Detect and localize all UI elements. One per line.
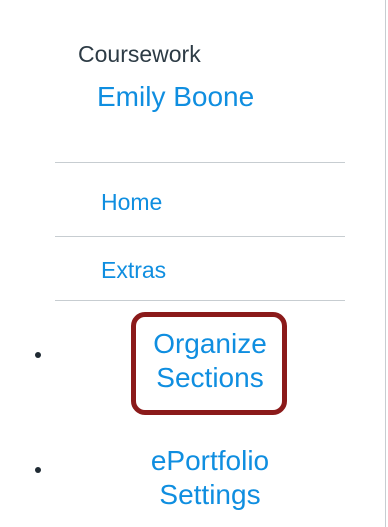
divider <box>55 300 345 301</box>
list-bullet <box>35 467 41 473</box>
divider <box>55 162 345 163</box>
highlight-box <box>131 312 287 415</box>
eportfolio-settings-line-1: ePortfolio <box>150 445 270 476</box>
nav-item-extras[interactable]: Extras <box>101 256 166 284</box>
eportfolio-settings-line-2: Settings <box>159 479 261 510</box>
context-label: Coursework <box>78 41 201 67</box>
nav-item-home[interactable]: Home <box>101 188 162 216</box>
list-bullet <box>35 352 41 358</box>
eportfolio-sidebar: Coursework Emily Boone Home Extras Organ… <box>0 0 386 527</box>
divider <box>55 236 345 237</box>
eportfolio-settings-link[interactable]: ePortfolio Settings <box>130 444 290 512</box>
owner-name-link[interactable]: Emily Boone <box>97 80 254 114</box>
